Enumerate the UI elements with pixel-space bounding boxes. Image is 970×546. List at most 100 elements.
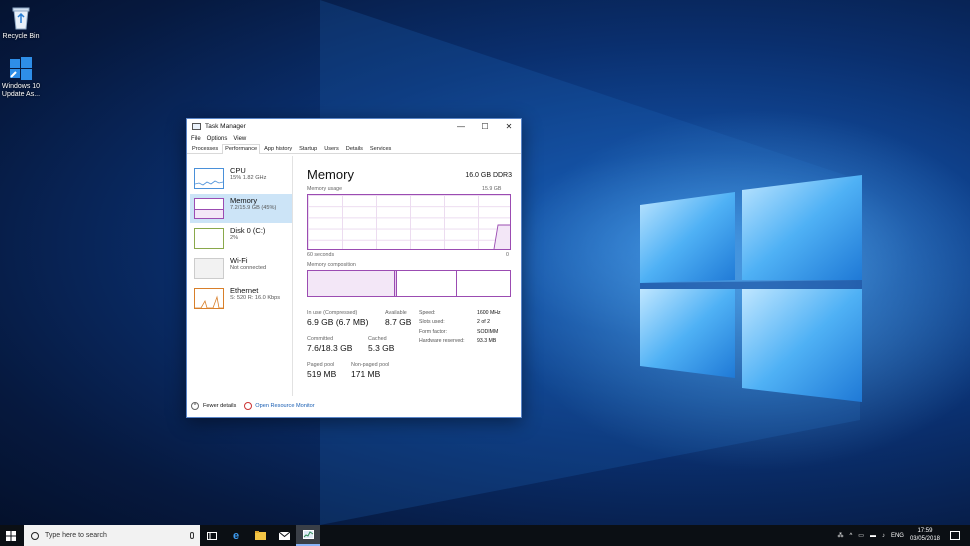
spec-value: 93.3 MB — [477, 337, 497, 344]
composition-in-use — [308, 271, 395, 296]
stat-label: Cached — [368, 336, 387, 342]
spec-key: Hardware reserved: — [419, 337, 465, 344]
minimize-button[interactable]: — — [449, 119, 473, 134]
stat-value: 6.9 GB (6.7 MB) — [307, 317, 369, 327]
volume-icon[interactable]: ♪ — [882, 533, 885, 539]
memory-mini-graph — [194, 198, 224, 219]
start-button[interactable] — [0, 525, 22, 546]
graph-time-end: 0 — [506, 252, 509, 258]
resource-memory[interactable]: Memory 7.2/15.9 GB (45%) — [190, 194, 292, 223]
network-icon[interactable]: ▭ — [858, 532, 864, 539]
task-manager-taskbar-button[interactable] — [296, 525, 320, 546]
action-center-icon[interactable] — [950, 531, 960, 540]
resource-disk[interactable]: Disk 0 (C:) 2% — [190, 224, 292, 253]
windows-logo-icon — [6, 530, 16, 541]
recycle-bin-icon — [8, 5, 34, 31]
stat-value: 171 MB — [351, 369, 381, 379]
taskbar: Type here to search e ⁂ ^ ▭ ▬ ♪ ENG 17:5… — [0, 525, 970, 546]
microphone-icon[interactable] — [190, 532, 194, 539]
task-view-button[interactable] — [200, 525, 224, 546]
open-resource-monitor-link[interactable]: Open Resource Monitor — [255, 403, 314, 409]
desktop-icon-label: Windows 10 — [1, 83, 41, 90]
resource-detail: 15% 1.82 GHz — [230, 175, 267, 181]
spec-key: Speed: — [419, 310, 436, 316]
resource-wifi[interactable]: Wi-Fi Not connected — [190, 254, 292, 283]
tab-services[interactable]: Services — [367, 144, 394, 153]
menu-options[interactable]: Options — [207, 136, 228, 142]
stat-committed: Committed 7.6/18.3 GB — [307, 336, 352, 353]
task-manager-app-icon — [192, 123, 201, 130]
desktop-icon-recycle-bin[interactable]: Recycle Bin — [0, 5, 42, 41]
clock[interactable]: 17:59 03/05/2018 — [910, 528, 940, 543]
stat-value: 519 MB — [307, 369, 337, 379]
chevron-up-icon[interactable]: ^ — [849, 533, 852, 539]
disk-mini-graph — [194, 228, 224, 249]
file-explorer-button[interactable] — [248, 525, 272, 546]
memory-specs: Speed: 1600 MHz Slots used: 2 of 2 Form fa… — [419, 310, 501, 347]
close-button[interactable]: ✕ — [497, 119, 521, 134]
resource-cpu[interactable]: CPU 15% 1.82 GHz — [190, 164, 292, 193]
people-icon[interactable]: ⁂ — [837, 532, 843, 539]
task-manager-window[interactable]: Task Manager — ☐ ✕ File Options View Pro… — [186, 118, 522, 418]
stat-value: 5.3 GB — [368, 343, 395, 353]
resource-detail: 2% — [230, 235, 239, 241]
resource-detail: 7.2/15.9 GB (45%) — [230, 205, 277, 211]
stat-value: 7.6/18.3 GB — [307, 343, 353, 353]
menu-bar: File Options View — [187, 134, 521, 144]
tab-details[interactable]: Details — [343, 144, 366, 153]
taskbar-search-box[interactable]: Type here to search — [24, 525, 200, 546]
spec-value: SODIMM — [477, 328, 499, 335]
cpu-mini-graph — [194, 168, 224, 189]
fewer-details-link[interactable]: Fewer details — [203, 403, 236, 409]
spec-row: Slots used: 2 of 2 — [419, 319, 501, 328]
tab-performance[interactable]: Performance — [222, 144, 261, 154]
menu-view[interactable]: View — [233, 136, 246, 142]
stat-label: Paged pool — [307, 362, 335, 368]
stat-paged-pool: Paged pool 519 MB — [307, 362, 336, 379]
tab-users[interactable]: Users — [321, 144, 342, 153]
composition-standby — [397, 271, 458, 296]
stat-label: Committed — [307, 336, 334, 342]
maximize-button[interactable]: ☐ — [473, 119, 497, 134]
tab-startup[interactable]: Startup — [296, 144, 320, 153]
chevron-up-icon[interactable]: ^ — [191, 402, 199, 410]
file-explorer-icon — [254, 531, 266, 540]
resource-name: Ethernet — [230, 286, 259, 295]
spec-row: Form factor: SODIMM — [419, 329, 501, 338]
memory-composition-bar — [307, 270, 511, 297]
wifi-mini-graph — [194, 258, 224, 279]
edge-icon: e — [232, 529, 240, 542]
memory-composition-label: Memory composition — [307, 262, 356, 268]
tab-app-history[interactable]: App history — [261, 144, 295, 153]
stat-available: Available 8.7 GB — [385, 310, 411, 327]
desktop-icon-label: Update As... — [1, 91, 41, 98]
tab-strip: Processes Performance App history Startu… — [187, 144, 521, 154]
language-indicator[interactable]: ENG — [891, 533, 904, 539]
resource-name: Wi-Fi — [230, 256, 248, 265]
resource-name: Memory — [230, 196, 258, 205]
clock-time: 17:59 — [917, 528, 933, 534]
spec-key: Form factor: — [419, 328, 447, 335]
memory-usage-label: Memory usage — [307, 186, 343, 192]
edge-button[interactable]: e — [224, 525, 248, 546]
spec-value: 2 of 2 — [477, 319, 490, 326]
clock-date: 03/05/2018 — [909, 535, 940, 542]
ethernet-mini-graph — [194, 288, 224, 309]
window-footer: ^ Fewer details Open Resource Monitor — [191, 402, 315, 410]
battery-icon[interactable]: ▬ — [870, 533, 876, 539]
stat-cached: Cached 5.3 GB — [368, 336, 394, 353]
menu-file[interactable]: File — [191, 136, 201, 142]
task-view-icon — [207, 531, 217, 540]
tab-processes[interactable]: Processes — [189, 144, 221, 153]
mail-button[interactable] — [272, 525, 296, 546]
spec-row: Speed: 1600 MHz — [419, 310, 501, 319]
title-bar[interactable]: Task Manager — ☐ ✕ — [187, 119, 521, 134]
mail-icon — [278, 531, 290, 540]
page-title: Memory — [307, 167, 354, 182]
search-placeholder: Type here to search — [45, 532, 107, 539]
cortana-icon — [31, 531, 39, 540]
desktop-icon-windows-update[interactable]: Windows 10 Update As... — [0, 55, 42, 99]
resource-detail: S: 520 R: 16.0 Kbps — [230, 295, 281, 301]
stat-label: Available — [385, 310, 407, 316]
resource-ethernet[interactable]: Ethernet S: 520 R: 16.0 Kbps — [190, 284, 292, 313]
